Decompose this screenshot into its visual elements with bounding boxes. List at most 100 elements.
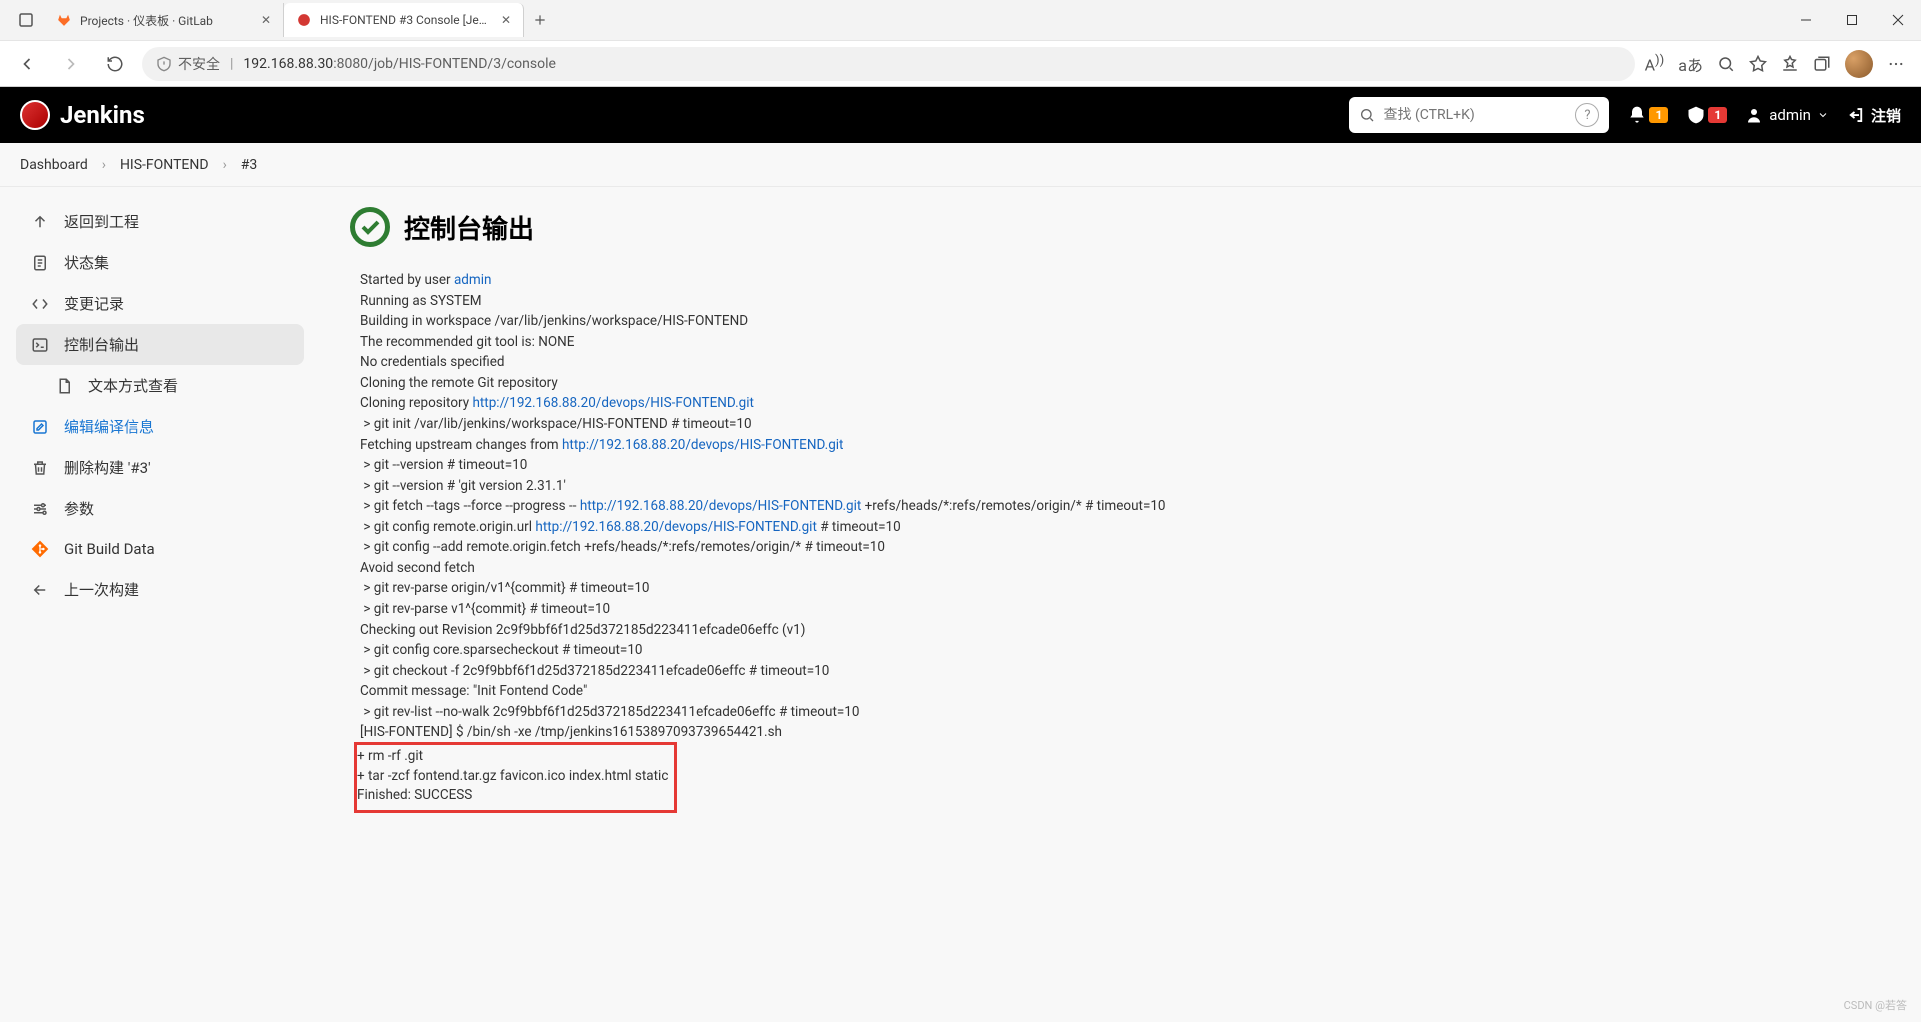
sidebar-item-console[interactable]: 控制台输出 — [16, 324, 304, 365]
sliders-icon — [30, 500, 50, 518]
chevron-right-icon: › — [223, 157, 227, 173]
tab-gitlab[interactable]: Projects · 仪表板 · GitLab ✕ — [44, 3, 284, 37]
chevron-right-icon: › — [102, 157, 106, 173]
gitlab-favicon-icon — [56, 12, 72, 28]
collections-icon[interactable] — [1813, 55, 1831, 73]
arrow-left-icon — [30, 581, 50, 599]
sidebar-item-label: 删除构建 '#3' — [64, 457, 151, 478]
search-icon — [1359, 107, 1375, 123]
sidebar-item-consoletext[interactable]: 文本方式查看 — [16, 365, 304, 406]
sidebar-item-delete[interactable]: 删除构建 '#3' — [16, 447, 304, 488]
sidebar-item-label: 上一次构建 — [64, 579, 139, 600]
insecure-label: 不安全 — [178, 54, 220, 74]
close-icon[interactable]: ✕ — [261, 13, 271, 27]
tab-bar: Projects · 仪表板 · GitLab ✕ HIS-FONTEND #3… — [0, 0, 1921, 40]
tab-actions-icon[interactable] — [8, 2, 44, 38]
breadcrumb-item[interactable]: HIS-FONTEND — [120, 157, 209, 173]
url-text: 192.168.88.30:8080/job/HIS-FONTEND/3/con… — [243, 56, 556, 72]
sidebar-item-label: 变更记录 — [64, 293, 124, 314]
notifications-button[interactable]: 1 — [1627, 105, 1668, 125]
address-bar: 不安全 | 192.168.88.30:8080/job/HIS-FONTEND… — [0, 40, 1921, 86]
sidebar-item-label: 文本方式查看 — [88, 375, 178, 396]
profile-avatar[interactable] — [1845, 50, 1873, 78]
favorites-bar-icon[interactable] — [1781, 55, 1799, 73]
page-heading: 控制台输出 — [404, 209, 534, 246]
content-area: 控制台输出 Started by user admin Running as S… — [320, 187, 1921, 1022]
forward-button[interactable] — [54, 47, 88, 81]
minimize-button[interactable] — [1783, 0, 1829, 40]
sidebar-item-prev[interactable]: 上一次构建 — [16, 569, 304, 610]
highlighted-output: + rm -rf .git + tar -zcf fontend.tar.gz … — [354, 742, 677, 813]
jenkins-logo[interactable]: Jenkins — [20, 100, 145, 130]
arrow-up-icon — [30, 213, 50, 231]
git-icon — [30, 539, 50, 559]
doc-icon — [54, 377, 74, 395]
breadcrumb-item[interactable]: Dashboard — [20, 157, 88, 173]
sidebar-item-back[interactable]: 返回到工程 — [16, 201, 304, 242]
jenkins-favicon-icon — [296, 12, 312, 28]
sidebar-item-label: 返回到工程 — [64, 211, 139, 232]
refresh-button[interactable] — [98, 47, 132, 81]
sidebar-item-label: Git Build Data — [64, 540, 155, 558]
security-indicator[interactable]: 不安全 — [156, 54, 220, 74]
admin-label: admin — [1769, 106, 1811, 124]
maximize-button[interactable] — [1829, 0, 1875, 40]
back-button[interactable] — [10, 47, 44, 81]
address-bar-actions: A)) aあ — [1645, 50, 1911, 78]
sidebar-item-gitdata[interactable]: Git Build Data — [16, 529, 304, 569]
window-controls — [1783, 0, 1921, 40]
code-icon — [30, 295, 50, 313]
user-menu[interactable]: admin — [1745, 106, 1829, 124]
notif-badge: 1 — [1649, 107, 1668, 123]
close-window-button[interactable] — [1875, 0, 1921, 40]
search-help-icon[interactable]: ? — [1575, 103, 1599, 127]
repo-link[interactable]: http://192.168.88.20/devops/HIS-FONTEND.… — [562, 437, 843, 453]
repo-link[interactable]: http://192.168.88.20/devops/HIS-FONTEND.… — [535, 519, 816, 535]
sidebar-item-editinfo[interactable]: 编辑编译信息 — [16, 406, 304, 447]
read-aloud-icon[interactable]: A)) — [1645, 53, 1665, 74]
page-body: 返回到工程 状态集 变更记录 控制台输出 文本方式查看 编辑编译信息 删除构建 … — [0, 187, 1921, 1022]
breadcrumb: Dashboard › HIS-FONTEND › #3 — [0, 143, 1921, 187]
terminal-icon — [30, 336, 50, 354]
sidebar-item-params[interactable]: 参数 — [16, 488, 304, 529]
sidebar-item-changes[interactable]: 变更记录 — [16, 283, 304, 324]
sidebar-item-label: 状态集 — [64, 252, 109, 273]
sidebar-item-status[interactable]: 状态集 — [16, 242, 304, 283]
jenkins-logo-icon — [20, 100, 50, 130]
watermark: CSDN @若答 — [1844, 997, 1907, 1013]
sidebar-item-label: 参数 — [64, 498, 94, 519]
tab-title: Projects · 仪表板 · GitLab — [80, 12, 253, 29]
sidebar: 返回到工程 状态集 变更记录 控制台输出 文本方式查看 编辑编译信息 删除构建 … — [0, 187, 320, 1022]
jenkins-brand: Jenkins — [60, 101, 145, 129]
search-box[interactable]: ? — [1349, 97, 1609, 133]
edit-icon — [30, 418, 50, 436]
url-field[interactable]: 不安全 | 192.168.88.30:8080/job/HIS-FONTEND… — [142, 47, 1635, 81]
sidebar-item-label: 编辑编译信息 — [64, 416, 154, 437]
logout-label: 注销 — [1871, 105, 1901, 126]
chevron-down-icon — [1817, 109, 1829, 121]
repo-link[interactable]: http://192.168.88.20/devops/HIS-FONTEND.… — [472, 395, 753, 411]
user-link[interactable]: admin — [454, 272, 492, 288]
page-title: 控制台输出 — [350, 207, 1891, 247]
search-input[interactable] — [1383, 107, 1567, 123]
success-icon — [350, 207, 390, 247]
more-icon[interactable] — [1887, 55, 1905, 73]
security-warnings-button[interactable]: 1 — [1686, 105, 1727, 125]
repo-link[interactable]: http://192.168.88.20/devops/HIS-FONTEND.… — [580, 498, 861, 514]
file-icon — [30, 254, 50, 272]
browser-chrome: Projects · 仪表板 · GitLab ✕ HIS-FONTEND #3… — [0, 0, 1921, 87]
new-tab-button[interactable] — [524, 13, 556, 27]
close-icon[interactable]: ✕ — [501, 13, 511, 27]
console-output: Started by user admin Running as SYSTEM … — [350, 271, 1891, 813]
security-badge: 1 — [1708, 107, 1727, 123]
jenkins-header: Jenkins ? 1 1 admin 注销 — [0, 87, 1921, 143]
logout-button[interactable]: 注销 — [1847, 105, 1901, 126]
tab-title: HIS-FONTEND #3 Console [Jenki — [320, 13, 493, 27]
breadcrumb-item[interactable]: #3 — [241, 157, 258, 173]
trash-icon — [30, 459, 50, 477]
favorite-icon[interactable] — [1749, 55, 1767, 73]
tab-jenkins[interactable]: HIS-FONTEND #3 Console [Jenki ✕ — [284, 3, 524, 37]
zoom-icon[interactable] — [1717, 55, 1735, 73]
translate-icon[interactable]: aあ — [1678, 52, 1703, 76]
sidebar-item-label: 控制台输出 — [64, 334, 139, 355]
